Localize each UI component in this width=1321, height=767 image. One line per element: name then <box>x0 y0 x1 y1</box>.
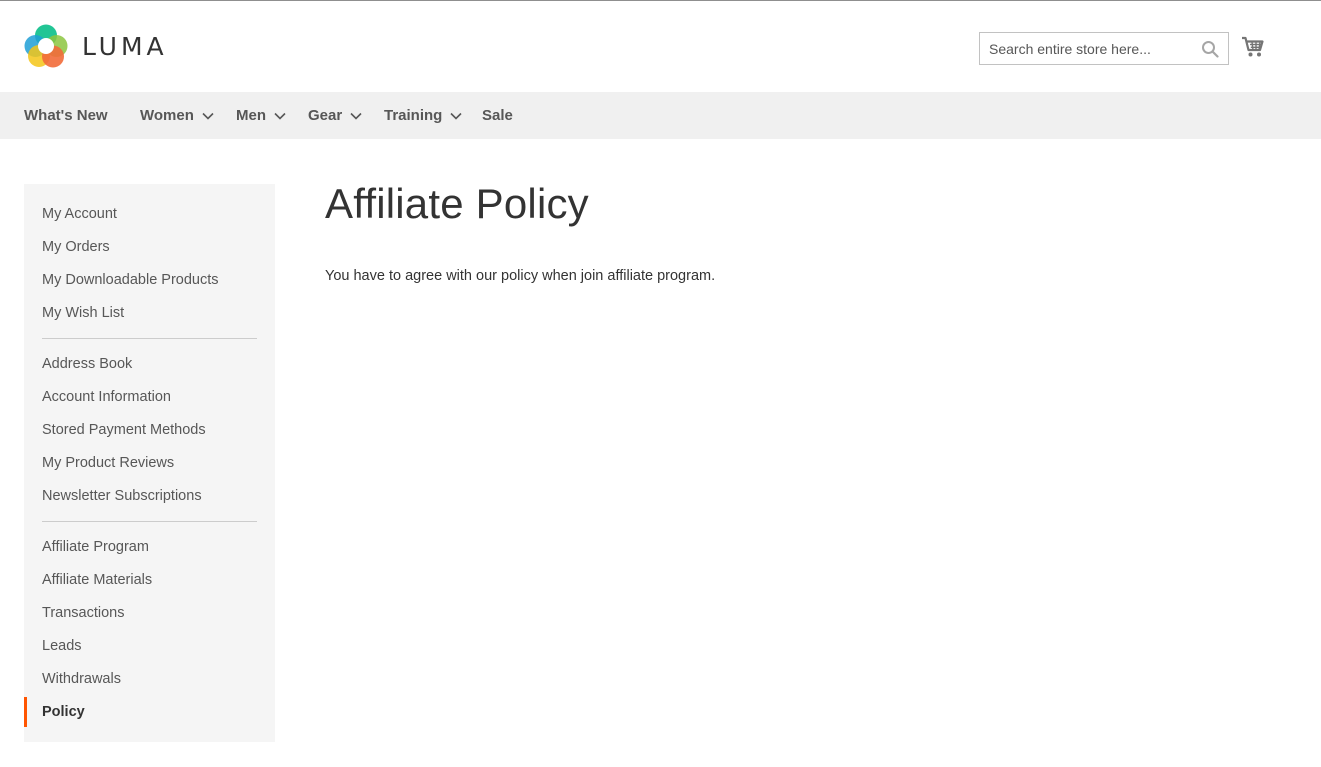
account-sidebar: My Account My Orders My Downloadable Pro… <box>24 184 275 742</box>
search-icon[interactable] <box>1201 40 1219 58</box>
store-logo[interactable]: LUMA <box>24 23 168 69</box>
nav-item-label: Women <box>140 107 194 124</box>
page-title: Affiliate Policy <box>325 180 589 227</box>
sidebar-item-my-account[interactable]: My Account <box>42 204 117 224</box>
policy-content: You have to agree with our policy when j… <box>325 268 716 284</box>
logo-text: LUMA <box>82 31 168 61</box>
sidebar-item-affiliate-materials[interactable]: Affiliate Materials <box>42 570 152 590</box>
nav-item-label: Gear <box>308 107 343 124</box>
shopping-cart-icon[interactable] <box>1241 35 1265 59</box>
sidebar-item-account-information[interactable]: Account Information <box>42 387 171 407</box>
sidebar-item-withdrawals[interactable]: Withdrawals <box>42 669 121 689</box>
sidebar-item-my-product-reviews[interactable]: My Product Reviews <box>42 453 174 473</box>
chevron-down-icon <box>350 112 362 120</box>
sidebar-item-leads[interactable]: Leads <box>42 636 82 656</box>
nav-item-label: What's New <box>24 107 108 124</box>
sidebar-item-my-downloadable-products[interactable]: My Downloadable Products <box>42 270 219 290</box>
sidebar-item-newsletter-subscriptions[interactable]: Newsletter Subscriptions <box>42 486 202 506</box>
chevron-down-icon <box>450 112 462 120</box>
luma-logo-icon <box>24 24 68 68</box>
page-header: LUMA <box>0 1 1321 92</box>
nav-item-whats-new[interactable]: What's New <box>24 92 108 139</box>
nav-item-women[interactable]: Women <box>140 92 214 139</box>
nav-item-men[interactable]: Men <box>236 92 286 139</box>
sidebar-item-address-book[interactable]: Address Book <box>42 354 132 374</box>
nav-item-label: Men <box>236 107 266 124</box>
nav-item-training[interactable]: Training <box>384 92 462 139</box>
nav-item-label: Sale <box>482 107 513 124</box>
sidebar-divider <box>42 521 257 522</box>
chevron-down-icon <box>274 112 286 120</box>
sidebar-item-my-wish-list[interactable]: My Wish List <box>42 303 124 323</box>
nav-item-gear[interactable]: Gear <box>308 92 362 139</box>
search-input[interactable] <box>980 33 1200 64</box>
chevron-down-icon <box>202 112 214 120</box>
nav-item-label: Training <box>384 107 443 124</box>
active-item-indicator <box>24 697 27 727</box>
sidebar-item-affiliate-program[interactable]: Affiliate Program <box>42 537 149 557</box>
sidebar-item-stored-payment-methods[interactable]: Stored Payment Methods <box>42 420 206 440</box>
nav-item-sale[interactable]: Sale <box>482 92 513 139</box>
sidebar-item-my-orders[interactable]: My Orders <box>42 237 110 257</box>
search-box <box>979 32 1229 65</box>
sidebar-item-transactions[interactable]: Transactions <box>42 603 124 623</box>
sidebar-divider <box>42 338 257 339</box>
sidebar-item-policy[interactable]: Policy <box>42 702 85 722</box>
main-navigation: What's New Women Men Gear Training Sale <box>0 92 1321 139</box>
